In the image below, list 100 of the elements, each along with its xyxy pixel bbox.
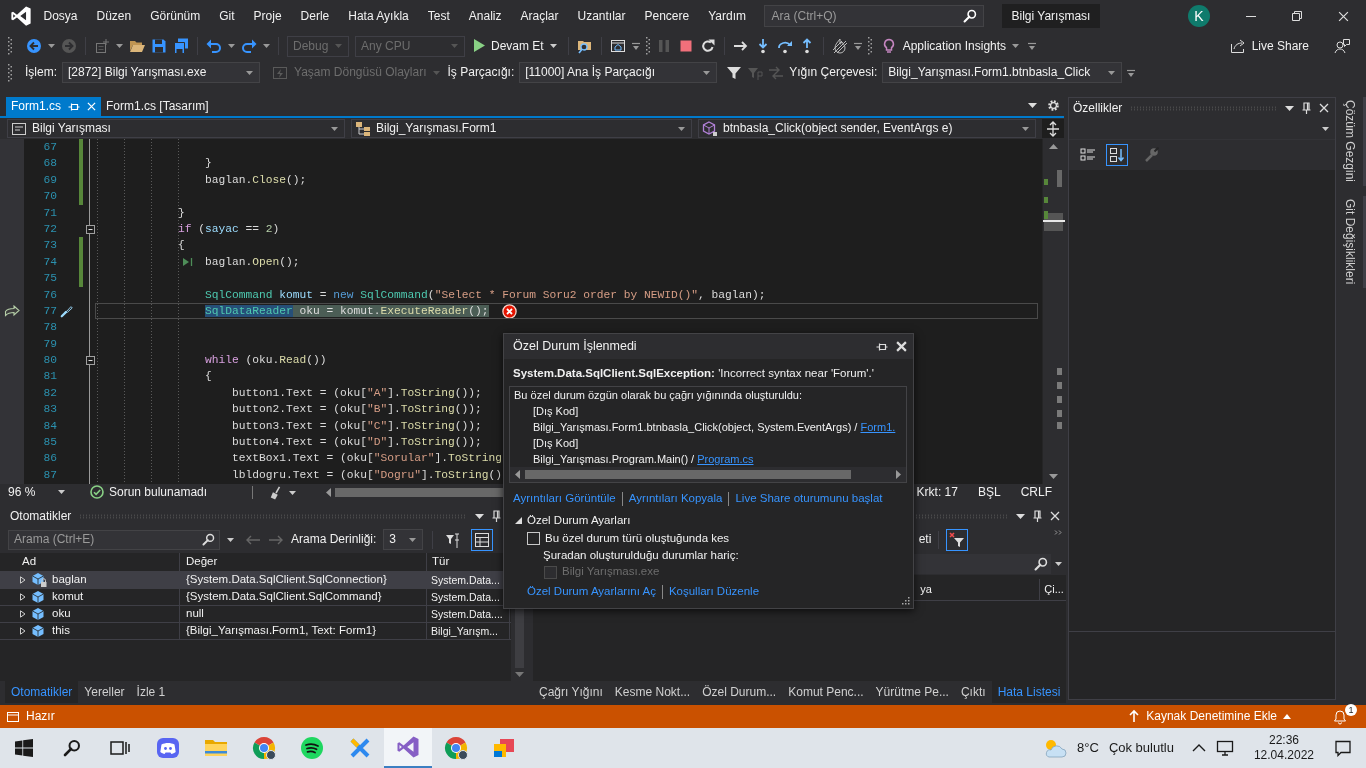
column-header[interactable]: Çi... [1040, 582, 1067, 597]
expand-icon[interactable] [20, 627, 26, 635]
menu-item[interactable]: Pencere [635, 8, 699, 24]
collapse-icon[interactable] [85, 355, 95, 365]
sound-waves-icon[interactable] [300, 736, 324, 760]
caret-icon[interactable] [289, 490, 297, 495]
close-icon[interactable] [896, 341, 907, 352]
pin-icon[interactable] [492, 510, 501, 522]
caret-icon[interactable] [1016, 513, 1026, 519]
share-icon[interactable] [1229, 38, 1246, 54]
search-field[interactable]: Ara (Ctrl+Q) [763, 5, 984, 27]
restart-icon[interactable] [699, 38, 716, 54]
source-link[interactable]: Form1. [860, 421, 896, 433]
caret-icon[interactable] [48, 44, 55, 48]
bell-icon[interactable] [1332, 708, 1348, 725]
scroll-left-icon[interactable] [326, 488, 332, 497]
application-insights-button[interactable]: Application Insights [877, 36, 1023, 56]
expand-icon[interactable] [20, 576, 26, 584]
toolbar-label[interactable]: eti [918, 532, 932, 547]
back-icon[interactable] [26, 38, 42, 54]
indentation-mode[interactable]: BŞL [977, 485, 1001, 500]
caret-up-icon[interactable] [1283, 714, 1291, 719]
action-link[interactable]: Ayrıntıları Görüntüle [513, 492, 616, 506]
side-tab[interactable]: Git Değişiklikleri [1338, 196, 1366, 289]
side-tab[interactable]: Çözüm Gezgini [1338, 97, 1366, 187]
task-view-icon[interactable] [110, 739, 130, 757]
process-dropdown[interactable]: [2872] Bilgi Yarışması.exe [62, 62, 260, 83]
pin-icon[interactable] [1033, 510, 1043, 522]
caret-icon[interactable] [1022, 126, 1029, 131]
caret-icon[interactable] [58, 490, 65, 495]
folder-search-icon[interactable] [576, 38, 593, 54]
redo-icon[interactable] [241, 38, 257, 54]
caret-icon[interactable] [1012, 44, 1020, 48]
tiles-icon[interactable] [492, 736, 516, 760]
overflow-icon[interactable] [853, 41, 862, 51]
expand-icon[interactable] [20, 593, 26, 601]
checkbox-label[interactable]: Bu özel durum türü oluştuğunda kes [545, 531, 730, 546]
menu-item[interactable]: Analiz [459, 8, 511, 24]
check-icon[interactable] [90, 485, 104, 500]
split-icon[interactable] [1045, 120, 1061, 137]
gamepad-icon[interactable] [156, 736, 180, 760]
round-browser-icon[interactable] [444, 736, 468, 760]
table-icon[interactable] [471, 528, 494, 551]
grip-icon[interactable] [8, 37, 12, 55]
restore-icon[interactable] [1292, 11, 1302, 21]
line-ending[interactable]: CRLF [1020, 485, 1052, 500]
settings-expander[interactable]: Özel Durum Ayarları [515, 514, 913, 528]
caret-icon[interactable] [1055, 562, 1063, 566]
caret-icon[interactable] [1285, 105, 1294, 111]
panel-tab[interactable]: Otomatikler [5, 681, 79, 703]
settings-link[interactable]: Özel Durum Ayarlarını Aç [527, 585, 656, 600]
pin-icon[interactable] [1302, 102, 1311, 114]
save-all-icon[interactable] [173, 38, 189, 54]
scroll-thumb[interactable] [525, 470, 851, 479]
monitor-icon[interactable] [1215, 739, 1234, 757]
play-icon[interactable] [474, 39, 485, 53]
caret-icon[interactable] [246, 70, 253, 75]
navigation-dropdown[interactable]: btnbasla_Click(object sender, EventArgs e) [698, 119, 1036, 138]
account-avatar[interactable]: K [1188, 5, 1210, 27]
clock-time[interactable]: 22:36 [1268, 733, 1299, 748]
thread-dropdown[interactable]: [11000] Ana İş Parçacığı [519, 62, 718, 83]
new-item-icon[interactable] [94, 38, 110, 54]
round-browser-icon[interactable] [252, 736, 276, 760]
window-icon[interactable] [609, 38, 626, 54]
panel-tab[interactable]: Özel Durum... [696, 681, 783, 703]
column-header[interactable]: Değer [180, 553, 427, 571]
settings-icon[interactable] [1047, 99, 1060, 112]
grip-icon[interactable] [645, 37, 650, 55]
windows-logo-icon[interactable] [15, 739, 33, 757]
overflow-icon[interactable] [1127, 67, 1136, 78]
caret-icon[interactable] [475, 513, 484, 519]
overflow-icon[interactable] [631, 41, 640, 51]
column-header[interactable]: Ad [0, 553, 180, 571]
variable-row[interactable]: this {Bilgi_Yarışması.Form1, Text: Form1} Bilgi_Yarışm... [0, 623, 511, 640]
grip-icon[interactable] [867, 37, 872, 55]
project-icon[interactable] [11, 120, 27, 137]
menu-item[interactable]: Derle [291, 8, 339, 24]
caret-icon[interactable] [331, 126, 338, 131]
source-link[interactable]: Program.cs [697, 453, 754, 465]
source-control-button[interactable]: Kaynak Denetimine Ekle [1128, 709, 1291, 724]
panel-tab[interactable]: Kesme Nokt... [608, 681, 697, 703]
live-share-button[interactable]: Live Share [1226, 36, 1312, 56]
menu-item[interactable]: Düzen [87, 8, 141, 24]
search-icon[interactable] [202, 533, 215, 546]
stack-frame-dropdown[interactable]: Bilgi_Yarışması.Form1.btnbasla_Click [882, 62, 1123, 83]
navigation-dropdown[interactable]: Bilgi_Yarışması.Form1 [351, 119, 692, 138]
caret-icon[interactable] [1108, 70, 1116, 75]
close-icon[interactable] [1050, 511, 1061, 521]
open-folder-icon[interactable] [129, 38, 145, 54]
collapse-icon[interactable] [85, 224, 95, 234]
panel-tab[interactable]: Çıktı [954, 681, 992, 703]
menu-item[interactable]: Görünüm [140, 8, 210, 24]
search-icon[interactable] [962, 9, 977, 23]
class-icon[interactable] [355, 120, 371, 137]
caret-icon[interactable] [1028, 103, 1037, 108]
play-bar-icon[interactable] [182, 256, 193, 267]
filter-icon[interactable] [726, 64, 743, 81]
crossed-tools-icon[interactable] [348, 736, 372, 760]
caret-icon[interactable] [263, 44, 270, 48]
caret-icon[interactable] [409, 537, 417, 542]
